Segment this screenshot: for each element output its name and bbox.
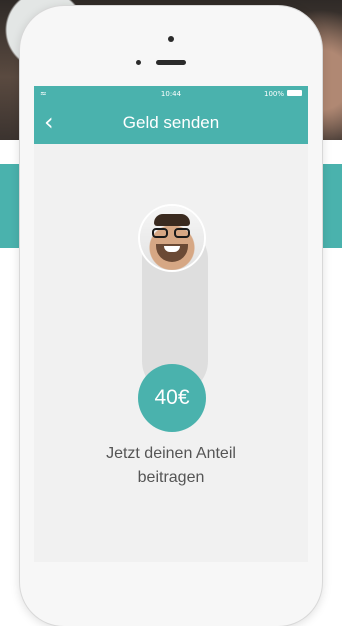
avatar-hair (154, 214, 190, 226)
amount-value: 40€ (154, 386, 190, 409)
prompt-line-2: beitragen (137, 469, 205, 486)
contribution-prompt: Jetzt deinen Anteil beitragen (34, 442, 308, 490)
battery-percent: 100% (263, 90, 284, 98)
avatar-glasses (152, 228, 192, 238)
prompt-line-1: Jetzt deinen Anteil (106, 445, 236, 462)
speaker-icon (156, 60, 186, 65)
avatar (140, 206, 204, 270)
page-title: Geld senden (122, 113, 220, 132)
app-screen: ≈ 10:44 100% ‹ Geld senden 40€ Jetzt dei… (34, 86, 308, 562)
battery-icon (287, 90, 302, 96)
front-camera-icon (168, 36, 174, 42)
amount-slider-knob[interactable]: 40€ (138, 364, 206, 432)
sensor-icon (136, 60, 141, 65)
nav-bar: ‹ Geld senden (34, 102, 308, 144)
status-bar: ≈ 10:44 100% (34, 86, 308, 102)
